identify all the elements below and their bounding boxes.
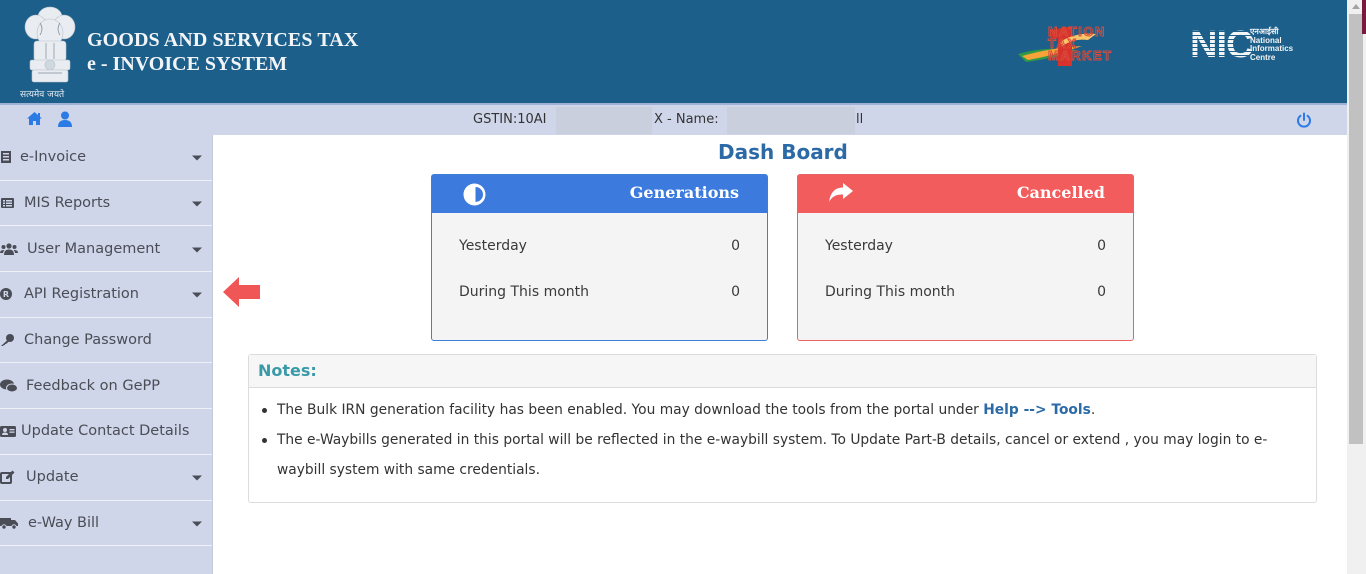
logout-power-icon[interactable] [1296,112,1312,132]
site-title: GOODS AND SERVICES TAX e - INVOICE SYSTE… [87,28,358,76]
sidebar-item-label: API Registration [24,286,139,303]
generations-card: Generations Yesterday 0 During This mont… [431,174,768,341]
help-tools-link[interactable]: Help --> Tools [983,402,1091,418]
row-value: 0 [731,238,740,254]
ont-word-market: MARKET [1048,48,1113,63]
nic-fullname: एनआईसी National Informatics Centre [1250,27,1293,62]
scrollbar-thumb[interactable] [1349,14,1363,444]
edit-icon [0,470,15,485]
note-item: The e-Waybills generated in this portal … [259,425,1300,485]
user-info-bar: GSTIN:10AI X - Name: ll [0,103,1347,135]
users-icon [0,243,18,255]
sidebar-item-label: Update [26,469,79,486]
user-name-redaction [727,107,855,134]
chevron-down-icon [192,201,202,207]
one-nation-tax-market-text: NATION TAX MARKET [1048,25,1113,63]
chevron-down-icon [192,475,202,481]
sidebar-item-feedback[interactable]: Feedback on GePP [0,363,212,410]
cancelled-card-title: Cancelled [1016,183,1105,202]
sidebar-item-label: e-Way Bill [28,514,100,531]
row-value: 0 [1097,238,1106,254]
scroll-up-arrow-icon[interactable] [1352,4,1360,9]
notes-heading: Notes: [249,355,1316,388]
sidebar-item-user-management[interactable]: User Management [0,226,212,273]
truck-icon [0,517,18,530]
generations-card-title: Generations [629,183,739,202]
nic-abbr: NIC [1190,24,1253,66]
window-edge-marker [1362,0,1366,34]
gstin-redaction [556,107,652,134]
gstin-label: GSTIN:10AI [473,112,547,127]
sidebar-item-e-way-bill[interactable]: e-Way Bill [0,501,212,547]
list-icon [1,198,14,209]
home-icon[interactable] [26,111,43,130]
page-title: Dash Board [718,140,848,164]
emblem-caption: सत्यमेव जयते [20,90,65,100]
sidebar-item-e-invoice[interactable]: e-Invoice [0,135,212,181]
site-title-line1: GOODS AND SERVICES TAX [87,29,359,51]
cancelled-card-header: Cancelled [798,175,1133,213]
sidebar-item-update-contact[interactable]: Update Contact Details [0,409,212,455]
user-name-label: X - Name: [654,112,719,127]
key-icon [1,334,14,347]
note-text: The Bulk IRN generation facility has bee… [277,402,984,418]
notes-panel: Notes: The Bulk IRN generation facility … [248,354,1317,503]
note-text: The e-Waybills generated in this portal … [277,432,1268,478]
registered-icon: R [0,288,12,301]
svg-text:R: R [3,290,9,299]
site-title-line2: e - INVOICE SYSTEM [87,53,288,75]
sidebar-item-label: Feedback on GePP [26,377,160,394]
generations-card-header: Generations [432,175,767,213]
sidebar-item-label: Update Contact Details [21,423,190,440]
cancelled-card: Cancelled Yesterday 0 During This month … [797,174,1134,341]
chevron-down-icon [192,155,202,161]
sidebar-item-update[interactable]: Update [0,455,212,501]
chevron-down-icon [192,247,202,253]
sidebar-nav: e-Invoice MIS Reports User Management R … [0,135,213,574]
sidebar-item-api-registration[interactable]: R API Registration [0,272,212,318]
user-name-suffix: ll [856,112,864,127]
sidebar-item-label: MIS Reports [24,195,111,212]
notes-list: The Bulk IRN generation facility has bee… [249,388,1316,485]
sidebar-item-change-password[interactable]: Change Password [0,318,212,364]
nic-line3: Centre [1250,52,1276,62]
vertical-scrollbar[interactable] [1347,0,1366,574]
site-header: सत्यमेव जयते GOODS AND SERVICES TAX e - … [0,0,1347,103]
arrow-left-icon [223,277,260,307]
nic-logo: NIC एनआईसी National Informatics Centre [1190,24,1293,66]
share-arrow-icon [829,183,853,202]
row-label: Yesterday [459,238,527,254]
row-label: During This month [459,284,590,300]
sidebar-item-label: e-Invoice [20,149,86,166]
row-label: Yesterday [825,238,893,254]
sidebar-item-label: User Management [27,240,161,257]
note-text-end: . [1090,402,1096,418]
row-label: During This month [825,284,956,300]
chevron-down-icon [192,521,202,527]
id-card-icon [0,426,16,438]
row-value: 0 [1097,284,1106,300]
sidebar-item-mis-reports[interactable]: MIS Reports [0,181,212,227]
adjust-icon [463,183,486,206]
chevron-down-icon [192,292,202,298]
invoice-icon [1,151,11,164]
comments-icon [0,379,18,393]
sidebar-item-label: Change Password [24,332,152,349]
row-value: 0 [731,284,740,300]
user-profile-icon[interactable] [58,111,72,131]
note-item: The Bulk IRN generation facility has bee… [259,395,1300,425]
